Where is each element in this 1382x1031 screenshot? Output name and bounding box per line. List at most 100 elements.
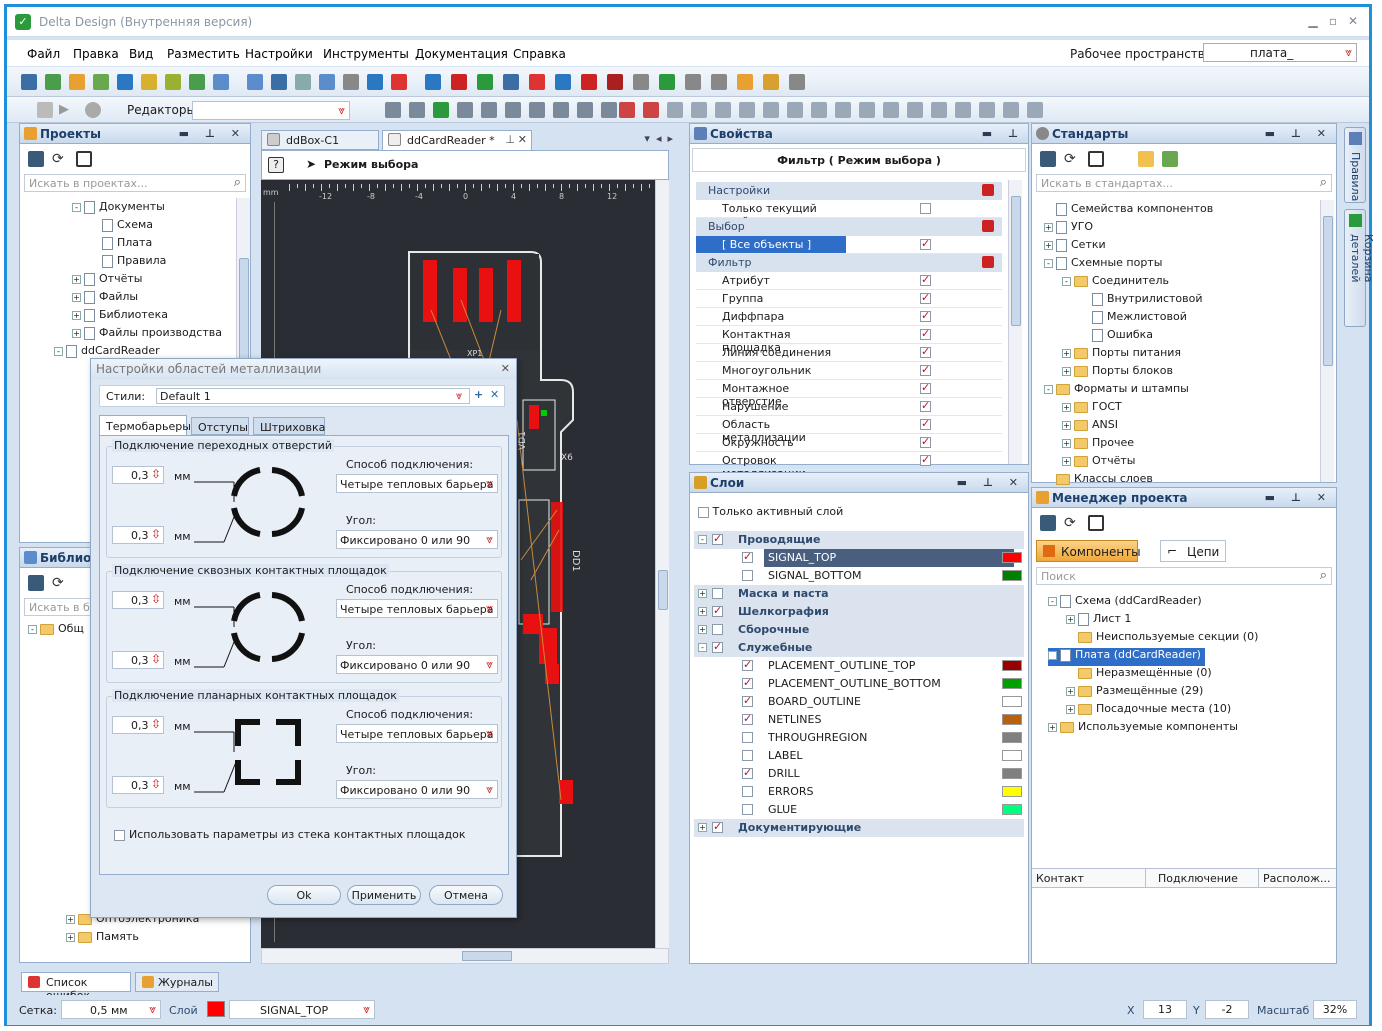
tab-offsets[interactable]: Отступы — [191, 417, 249, 435]
expand-icon[interactable]: + — [1062, 348, 1071, 358]
tree-item[interactable]: + Порты блоков — [1062, 364, 1173, 382]
property-checkbox[interactable] — [920, 381, 931, 394]
expand-icon[interactable]: + — [698, 607, 707, 616]
tree-item[interactable]: - Общ — [28, 622, 84, 640]
gap-width-input[interactable]: 0,3 — [112, 716, 164, 734]
toolbar-tool-icon[interactable] — [247, 74, 263, 90]
toolbar-tool-icon[interactable] — [581, 74, 597, 90]
expand-icon[interactable]: + — [1066, 686, 1075, 696]
navigate-icon[interactable] — [1040, 515, 1056, 531]
tab-nets[interactable]: ⌐ Цепи — [1160, 540, 1226, 562]
angle-select[interactable]: Фиксировано 0 или 90 — [336, 780, 498, 799]
menu-item[interactable]: Справка — [513, 47, 566, 61]
property-row[interactable]: Монтажное отверстие — [696, 380, 1002, 408]
property-checkbox[interactable] — [920, 291, 931, 304]
layer-group[interactable]: - Служебные — [694, 639, 1024, 657]
toolbar-tool-icon[interactable] — [555, 74, 571, 90]
tree-item[interactable]: + ANSI — [1062, 418, 1118, 436]
canvas-hscrollbar[interactable] — [261, 948, 669, 964]
layer-row[interactable]: LABEL — [694, 747, 1024, 765]
side-tab-rules[interactable]: Правила — [1344, 127, 1366, 203]
panel-controls[interactable]: ▬ ⊥ ✕ — [179, 127, 246, 140]
layer-visibility-checkbox[interactable] — [712, 588, 723, 599]
menu-item[interactable]: Файл — [27, 47, 60, 61]
tree-item[interactable]: + Отчёты — [72, 272, 142, 290]
layer-visibility-checkbox[interactable] — [742, 786, 753, 797]
expand-icon[interactable]: - — [698, 643, 707, 652]
collapse-icon[interactable]: - — [1044, 384, 1053, 394]
minimize-icon[interactable]: ▁ — [1305, 14, 1321, 28]
connection-method-select[interactable]: Четыре тепловых барьера — [336, 724, 498, 743]
collapse-icon[interactable]: - — [1044, 258, 1053, 268]
tree-item[interactable]: - Форматы и штампы — [1044, 382, 1189, 400]
tab-hatching[interactable]: Штриховка — [253, 417, 325, 435]
gap-width-input[interactable]: 0,3 — [112, 591, 164, 609]
toolbar-route-icon[interactable] — [787, 102, 803, 118]
tree-item[interactable]: Правила — [90, 254, 166, 272]
property-checkbox[interactable] — [920, 327, 931, 340]
tree-item[interactable]: + Используемые компоненты — [1048, 720, 1238, 738]
toolbar-route-icon[interactable] — [715, 102, 731, 118]
toolbar-edit-icon[interactable] — [457, 102, 473, 118]
toolbar-edit-icon[interactable] — [529, 102, 545, 118]
collapse-icon[interactable]: - — [54, 346, 63, 356]
collapse-icon[interactable]: - — [1062, 276, 1071, 286]
tree-item[interactable]: Неразмещённые (0) — [1066, 666, 1212, 684]
tree-item[interactable]: + ГОСТ — [1062, 400, 1122, 418]
toolbar-route-icon[interactable] — [619, 102, 635, 118]
column-contact[interactable]: Контакт — [1036, 872, 1084, 885]
toolbar-tool-icon[interactable] — [685, 74, 701, 90]
reset-icon[interactable] — [982, 220, 994, 232]
toolbar-edit-icon[interactable] — [481, 102, 497, 118]
side-tab-parts-bin[interactable]: Корзина деталей — [1344, 209, 1375, 327]
collapse-icon[interactable]: - — [1048, 596, 1057, 606]
layer-row[interactable]: SIGNAL_BOTTOM — [694, 567, 1024, 585]
toolbar-tool-icon[interactable] — [271, 74, 287, 90]
expand-icon[interactable]: - — [698, 535, 707, 544]
toolbar-tool-icon[interactable] — [425, 74, 441, 90]
tree-item[interactable]: Семейства компонентов — [1044, 202, 1213, 220]
expand-icon[interactable]: + — [72, 292, 81, 302]
tree-item[interactable]: + Отчёты — [1062, 454, 1135, 472]
reset-icon[interactable] — [982, 256, 994, 268]
tree-item[interactable]: - Схема (ddCardReader) — [1048, 594, 1202, 612]
layer-visibility-checkbox[interactable] — [742, 732, 753, 743]
property-row[interactable]: [ Все объекты ] — [696, 236, 1002, 254]
toolbar-route-icon[interactable] — [1003, 102, 1019, 118]
layer-row[interactable]: ERRORS — [694, 783, 1024, 801]
toolbar-edit-icon[interactable] — [505, 102, 521, 118]
toolbar-tool-icon[interactable] — [69, 74, 85, 90]
toolbar-tool-icon[interactable] — [763, 74, 779, 90]
panel-controls[interactable]: ▬ ⊥ ✕ — [957, 476, 1024, 489]
tab-ddcardreader[interactable]: ddCardReader * ⊥ ✕ — [382, 130, 532, 150]
tree-item[interactable]: Внутрилистовой — [1080, 292, 1203, 310]
toolbar-route-icon[interactable] — [907, 102, 923, 118]
close-icon[interactable]: ✕ — [518, 133, 527, 146]
tree-item[interactable]: - Соединитель — [1062, 274, 1169, 292]
layer-color-swatch[interactable] — [1002, 804, 1022, 815]
property-row[interactable]: Нарушение — [696, 398, 1002, 416]
layer-visibility-checkbox[interactable] — [742, 694, 753, 707]
property-checkbox[interactable] — [920, 237, 931, 250]
layer-row[interactable]: GLUE — [694, 801, 1024, 819]
maximize-icon[interactable]: ▫ — [1325, 14, 1341, 28]
layer-group[interactable]: + Шелкография — [694, 603, 1024, 621]
expand-icon[interactable]: + — [1066, 704, 1075, 714]
toolbar-edit-icon[interactable] — [553, 102, 569, 118]
layer-color-swatch[interactable] — [1002, 570, 1022, 581]
layer-row[interactable]: SIGNAL_TOP — [694, 549, 1024, 567]
layer-color-swatch[interactable] — [1002, 552, 1022, 563]
expand-icon[interactable]: + — [1044, 240, 1053, 250]
tree-item[interactable]: Неиспользуемые секции (0) — [1066, 630, 1258, 648]
toolbar-route-icon[interactable] — [739, 102, 755, 118]
expand-icon[interactable]: + — [72, 328, 81, 338]
workspace-select[interactable]: плата_ ⩔ — [1203, 43, 1357, 62]
tree-item[interactable]: - Плата (ddCardReader) — [1048, 648, 1205, 666]
tree-item[interactable]: - Схемные порты — [1044, 256, 1162, 274]
toolbar-edit-icon[interactable] — [385, 102, 401, 118]
tree-item[interactable]: - Документы — [72, 200, 165, 218]
tree-item[interactable]: Ошибка — [1080, 328, 1153, 346]
undo-history-icon[interactable] — [37, 102, 53, 118]
toolbar-tool-icon[interactable] — [737, 74, 753, 90]
layer-visibility-checkbox[interactable] — [712, 604, 723, 617]
